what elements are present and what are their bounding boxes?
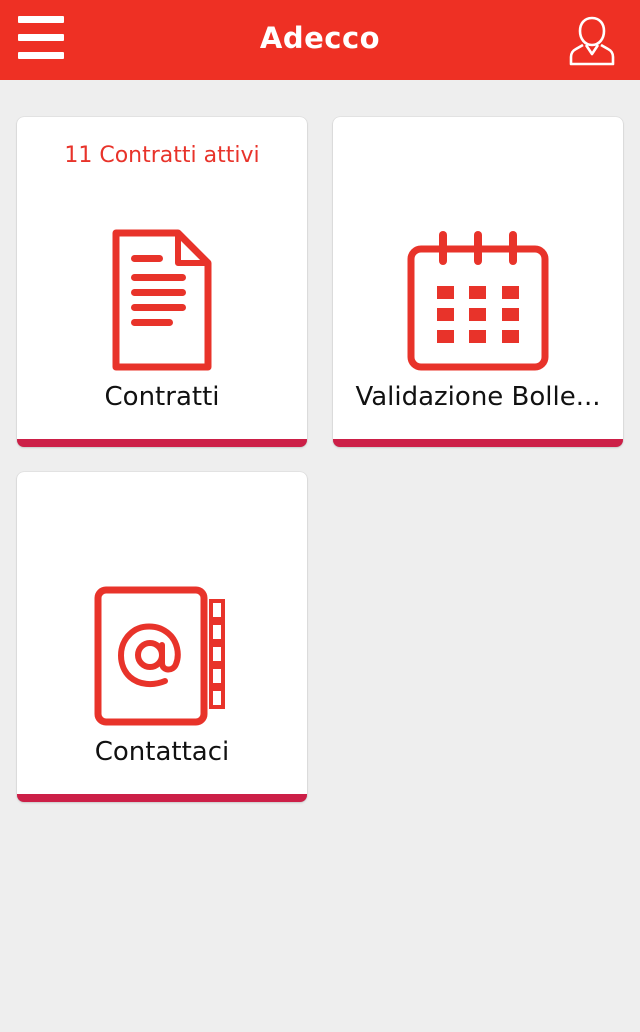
tile-label-contattaci: Contattaci <box>94 737 230 767</box>
tile-contratti[interactable]: 11 Contratti attivi Contratti <box>17 117 307 447</box>
top-app-bar: Adecco <box>0 0 640 80</box>
tile-label-contratti: Contratti <box>104 382 220 412</box>
profile-button[interactable] <box>566 14 618 68</box>
active-contracts-badge: 11 Contratti attivi <box>64 143 260 168</box>
user-profile-icon <box>569 16 615 66</box>
tile-validazione-bolle[interactable]: Validazione Bolle... <box>333 117 623 447</box>
tile-contattaci[interactable]: Contattaci <box>17 472 307 802</box>
document-icon <box>112 229 212 371</box>
address-book-icon <box>94 586 225 726</box>
app-title: Adecco <box>259 21 381 55</box>
calendar-icon <box>407 231 549 371</box>
tile-label-validazione-bolle: Validazione Bolle... <box>355 382 601 412</box>
